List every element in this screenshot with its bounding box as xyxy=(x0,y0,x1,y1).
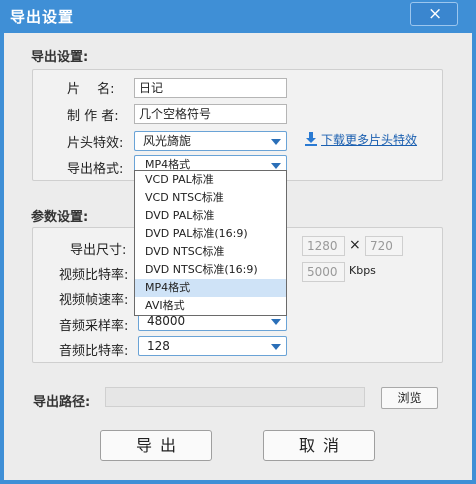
export-path-input[interactable] xyxy=(105,387,365,407)
title-label: 片 名: xyxy=(67,82,115,97)
chevron-down-icon xyxy=(271,163,281,169)
download-icon xyxy=(305,132,317,146)
dialog-body: 导出设置: 片 名: 日记 制 作 者: 几个空格符号 片头特效: 风光旖旎 下… xyxy=(4,33,472,480)
format-option[interactable]: AVI格式 xyxy=(135,297,286,315)
close-button[interactable]: × xyxy=(410,2,458,26)
format-option[interactable]: VCD NTSC标准 xyxy=(135,189,286,207)
cancel-button[interactable]: 取消 xyxy=(263,430,375,461)
format-option[interactable]: DVD PAL标准(16:9) xyxy=(135,225,286,243)
param-settings-header: 参数设置: xyxy=(31,210,89,225)
export-settings-header: 导出设置: xyxy=(31,50,89,65)
intro-effect-select[interactable]: 风光旖旎 xyxy=(134,131,287,151)
browse-button[interactable]: 浏览 xyxy=(381,387,438,409)
height-input[interactable]: 720 xyxy=(365,236,403,256)
audio-sample-value: 48000 xyxy=(147,314,186,328)
chevron-down-icon xyxy=(271,139,281,145)
export-path-label: 导出路径: xyxy=(33,395,91,410)
export-button[interactable]: 导出 xyxy=(100,430,212,461)
window-title: 导出设置 xyxy=(10,8,75,26)
title-input[interactable]: 日记 xyxy=(134,78,287,98)
format-option[interactable]: VCD PAL标准 xyxy=(135,171,286,189)
chevron-down-icon xyxy=(271,319,281,325)
format-option-selected[interactable]: MP4格式 xyxy=(135,279,286,297)
width-input[interactable]: 1280 xyxy=(302,236,345,256)
format-label: 导出格式: xyxy=(67,162,124,177)
download-more-text: 下载更多片头特效 xyxy=(321,133,418,147)
format-option[interactable]: DVD PAL标准 xyxy=(135,207,286,225)
chevron-down-icon xyxy=(271,344,281,350)
format-dropdown-list: VCD PAL标准 VCD NTSC标准 DVD PAL标准 DVD PAL标准… xyxy=(134,170,287,316)
audio-bitrate-value: 128 xyxy=(147,339,170,353)
close-icon: × xyxy=(428,4,443,24)
author-input[interactable]: 几个空格符号 xyxy=(134,104,287,124)
framerate-label: 视频帧速率: xyxy=(59,293,129,308)
title-bar[interactable]: 导出设置 × xyxy=(0,0,476,32)
video-bitrate-input[interactable]: 5000 xyxy=(302,262,345,282)
format-option[interactable]: DVD NTSC标准 xyxy=(135,243,286,261)
size-label: 导出尺寸: xyxy=(70,243,127,258)
author-label: 制 作 者: xyxy=(67,109,119,124)
bitrate-unit: Kbps xyxy=(349,264,376,277)
export-settings-window: 导出设置 × 导出设置: 片 名: 日记 制 作 者: 几个空格符号 片头特效:… xyxy=(0,0,476,484)
video-bitrate-label: 视频比特率: xyxy=(59,268,129,283)
audio-bitrate-label: 音频比特率: xyxy=(59,344,129,359)
intro-effect-label: 片头特效: xyxy=(67,136,124,151)
audio-sample-label: 音频采样率: xyxy=(59,319,129,334)
times-sign: × xyxy=(349,237,361,253)
audio-bitrate-select[interactable]: 128 xyxy=(138,336,287,356)
format-option[interactable]: DVD NTSC标准(16:9) xyxy=(135,261,286,279)
intro-effect-value: 风光旖旎 xyxy=(143,134,192,148)
